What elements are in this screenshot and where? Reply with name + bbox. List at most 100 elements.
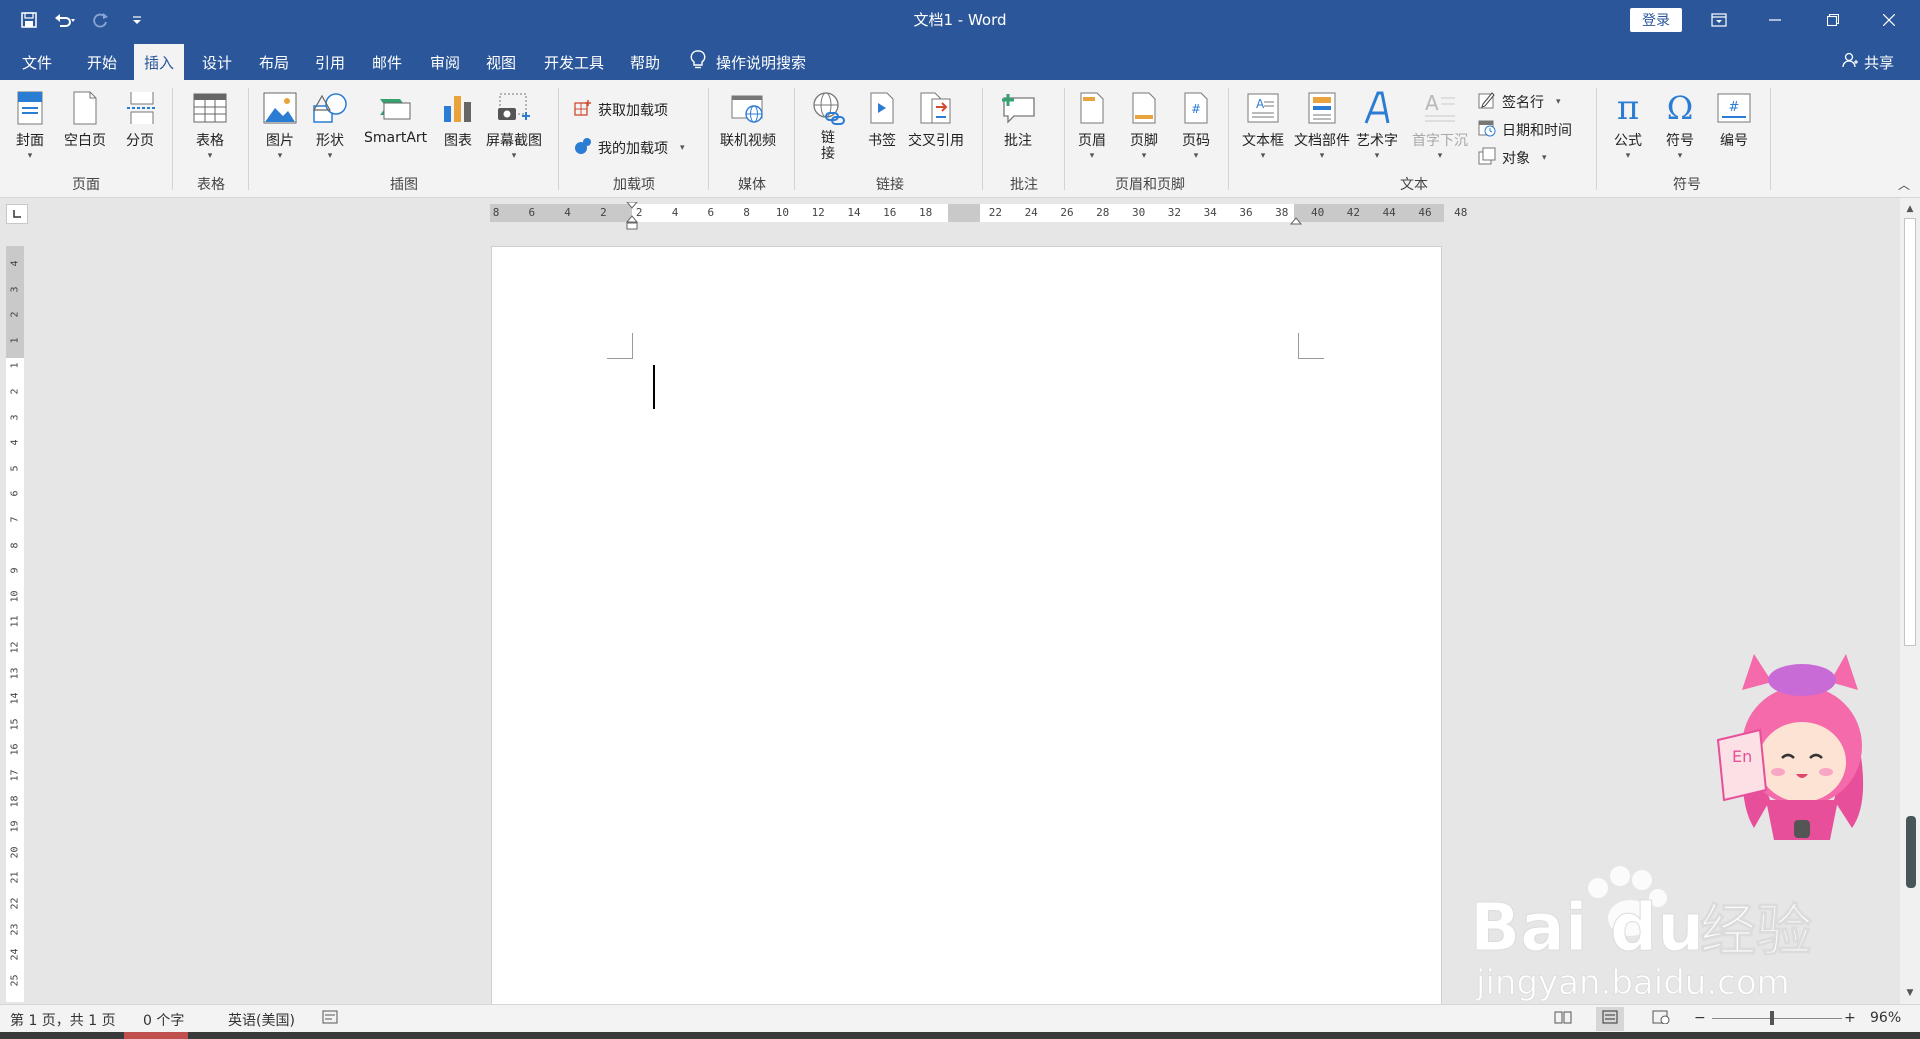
new-comment-button[interactable]: 批注 bbox=[1000, 88, 1036, 150]
group-label-pages: 页面 bbox=[72, 177, 100, 193]
text-box-button[interactable]: A 文本框 ▾ bbox=[1242, 88, 1284, 161]
quick-access-toolbar bbox=[14, 6, 152, 34]
cover-page-label: 封面 bbox=[16, 133, 44, 149]
my-addins-button[interactable]: 我的加载项 ▾ bbox=[574, 136, 685, 160]
blank-page-button[interactable]: 空白页 bbox=[64, 88, 106, 150]
scrollbar-thumb[interactable] bbox=[1904, 218, 1916, 646]
ruler-tick-label: 30 bbox=[1131, 206, 1146, 219]
tab-view[interactable]: 视图 bbox=[476, 44, 526, 80]
cover-page-button[interactable]: 封面 ▾ bbox=[12, 88, 48, 161]
vertical-scrollbar[interactable]: ▲ ▼ bbox=[1900, 198, 1920, 1004]
right-indent-marker[interactable] bbox=[1289, 214, 1303, 230]
customize-qat-icon[interactable] bbox=[122, 6, 152, 34]
redo-icon[interactable] bbox=[86, 6, 116, 34]
save-icon[interactable] bbox=[14, 6, 44, 34]
ruler-tick-label: 36 bbox=[1239, 206, 1253, 219]
bookmark-button[interactable]: 书签 bbox=[864, 88, 900, 150]
zoom-out-icon[interactable]: − bbox=[1694, 1010, 1706, 1026]
cross-reference-button[interactable]: 交叉引用 bbox=[908, 88, 964, 150]
tab-developer[interactable]: 开发工具 bbox=[534, 44, 614, 80]
link-label: 链接 bbox=[821, 130, 835, 162]
login-button[interactable]: 登录 bbox=[1630, 8, 1682, 32]
equation-button[interactable]: π 公式 ▾ bbox=[1610, 88, 1646, 161]
tab-mailings[interactable]: 邮件 bbox=[362, 44, 412, 80]
ruler-tick-label: 32 bbox=[1167, 206, 1182, 219]
horizontal-ruler[interactable]: 8 6 4 2 2 4 6 8 10 12 14 16 18 22 24 26 28 30 32 34 36 38 40 42… bbox=[490, 201, 1467, 230]
get-addins-button[interactable]: 获取加载项 bbox=[574, 98, 668, 122]
macro-record-icon[interactable] bbox=[322, 1010, 338, 1028]
chart-button[interactable]: 图表 bbox=[440, 88, 476, 150]
tab-selector[interactable] bbox=[6, 204, 28, 224]
chevron-down-icon: ▾ bbox=[1193, 151, 1199, 161]
zoom-slider-thumb[interactable] bbox=[1769, 1011, 1774, 1025]
symbol-button[interactable]: Ω 符号 ▾ bbox=[1662, 88, 1698, 161]
picture-button[interactable]: 图片 ▾ bbox=[262, 88, 298, 161]
baidu-watermark: Bai du 经验 jingyan.baidu.com bbox=[1470, 866, 1813, 1003]
text-box-label: 文本框 bbox=[1242, 133, 1284, 149]
zoom-in-icon[interactable]: + bbox=[1844, 1010, 1856, 1026]
tab-review[interactable]: 审阅 bbox=[420, 44, 470, 80]
status-bar: 第 1 页，共 1 页 0 个字 英语(美国) − + 96% bbox=[0, 1004, 1920, 1032]
tell-me-search[interactable]: 操作说明搜索 bbox=[690, 44, 806, 80]
svg-text:π: π bbox=[1617, 91, 1639, 125]
scroll-down-icon[interactable]: ▼ bbox=[1900, 984, 1920, 1002]
group-comments: 批注 批注 bbox=[988, 84, 1060, 194]
signature-line-button[interactable]: 签名行 ▾ bbox=[1478, 90, 1561, 114]
ruler-tick-label: 2 bbox=[600, 206, 607, 219]
table-button[interactable]: 表格 ▾ bbox=[192, 88, 228, 161]
page-break-button[interactable]: 分页 bbox=[122, 88, 158, 150]
online-video-button[interactable]: 联机视频 bbox=[720, 88, 776, 150]
tab-file[interactable]: 文件 bbox=[12, 44, 62, 80]
group-pages: 封面 ▾ 空白页 分页 页面 bbox=[10, 84, 162, 194]
share-button[interactable]: 共享 bbox=[1842, 44, 1894, 80]
tab-design[interactable]: 设计 bbox=[192, 44, 242, 80]
shapes-button[interactable]: 形状 ▾ bbox=[312, 88, 348, 161]
web-layout-icon[interactable] bbox=[1652, 1010, 1670, 1028]
close-icon[interactable] bbox=[1866, 0, 1912, 40]
numbering-button[interactable]: # 编号 bbox=[1716, 88, 1752, 150]
smartart-button[interactable]: SmartArt bbox=[364, 88, 427, 146]
screenshot-button[interactable]: 屏幕截图 ▾ bbox=[486, 88, 542, 161]
header-button[interactable]: 页眉 ▾ bbox=[1074, 88, 1110, 161]
crop-mark-top-left bbox=[607, 333, 633, 359]
vertical-ruler[interactable]: 4 3 2 1 1 2 3 4 5 6 7 8 9 10 11 12 13 14 15 16 17 18 19 20 21 22 2… bbox=[6, 246, 24, 1002]
date-time-button[interactable]: 日期和时间 bbox=[1478, 118, 1572, 142]
group-label-media: 媒体 bbox=[738, 177, 766, 193]
scroll-up-icon[interactable]: ▲ bbox=[1900, 200, 1920, 218]
ruler-tick-label: 24 bbox=[9, 948, 21, 961]
link-label-line1: 链 bbox=[821, 130, 835, 146]
collapse-ribbon-icon[interactable]: ︿ bbox=[1898, 176, 1910, 193]
table-label: 表格 bbox=[196, 133, 224, 149]
restore-icon[interactable] bbox=[1810, 0, 1856, 40]
footer-icon bbox=[1126, 88, 1162, 128]
tab-references[interactable]: 引用 bbox=[305, 44, 355, 80]
tab-home[interactable]: 开始 bbox=[77, 44, 127, 80]
object-button[interactable]: 对象 ▾ bbox=[1478, 146, 1547, 170]
zoom-slider[interactable] bbox=[1712, 1018, 1842, 1019]
footer-button[interactable]: 页脚 ▾ bbox=[1126, 88, 1162, 161]
ribbon-display-options-icon[interactable] bbox=[1696, 0, 1742, 40]
print-layout-icon[interactable] bbox=[1596, 1007, 1624, 1031]
page-break-icon bbox=[122, 88, 158, 128]
page-count[interactable]: 第 1 页，共 1 页 bbox=[10, 1010, 116, 1030]
document-page[interactable] bbox=[491, 246, 1442, 1006]
tab-layout[interactable]: 布局 bbox=[249, 44, 299, 80]
tab-help[interactable]: 帮助 bbox=[620, 44, 670, 80]
word-count[interactable]: 0 个字 bbox=[143, 1010, 184, 1030]
picture-icon bbox=[262, 88, 298, 128]
wordart-button[interactable]: 艺术字 ▾ bbox=[1356, 88, 1398, 161]
online-video-icon bbox=[730, 88, 766, 128]
quick-parts-button[interactable]: 文档部件 ▾ bbox=[1294, 88, 1350, 161]
tab-insert[interactable]: 插入 bbox=[134, 44, 185, 80]
read-mode-icon[interactable] bbox=[1554, 1010, 1572, 1028]
minimize-icon[interactable] bbox=[1752, 0, 1798, 40]
smartart-icon bbox=[378, 88, 414, 128]
undo-icon[interactable] bbox=[50, 6, 80, 34]
zoom-level[interactable]: 96% bbox=[1870, 1010, 1901, 1026]
drop-cap-button[interactable]: A 首字下沉 ▾ bbox=[1412, 88, 1468, 161]
page-number-button[interactable]: # 页码 ▾ bbox=[1178, 88, 1214, 161]
link-button[interactable]: 链接 bbox=[810, 88, 846, 162]
store-icon bbox=[574, 99, 592, 121]
watermark-cn: 经验 bbox=[1700, 899, 1812, 964]
language-status[interactable]: 英语(美国) bbox=[228, 1010, 295, 1030]
